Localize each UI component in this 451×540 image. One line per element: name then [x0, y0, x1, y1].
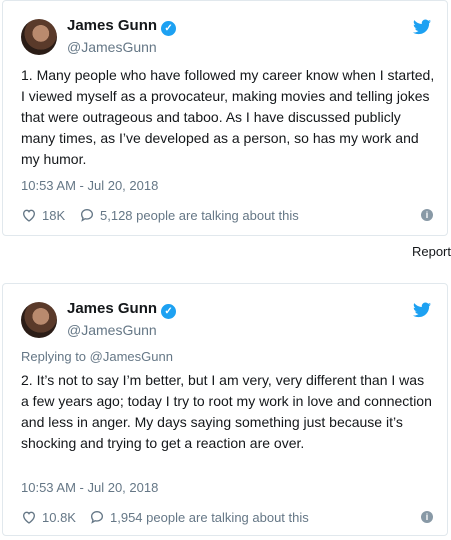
- like-button[interactable]: 10.8K: [21, 509, 76, 525]
- tweet-actions: 18K 5,128 people are talking about this …: [21, 207, 433, 227]
- tweet-actions: 10.8K 1,954 people are talking about thi…: [21, 509, 433, 529]
- talking-count: 5,128 people are talking about this: [100, 207, 299, 223]
- twitter-bird-icon[interactable]: [413, 19, 431, 35]
- like-count: 10.8K: [42, 509, 76, 525]
- avatar[interactable]: [21, 302, 57, 338]
- heart-icon: [22, 511, 36, 524]
- like-count: 18K: [42, 207, 66, 223]
- replying-to-label[interactable]: Replying to @JamesGunn: [21, 349, 173, 364]
- twitter-bird-icon[interactable]: [413, 302, 431, 318]
- heart-icon: [22, 209, 36, 222]
- info-icon[interactable]: i: [421, 511, 433, 523]
- info-icon[interactable]: i: [421, 209, 433, 221]
- author-name-row[interactable]: James Gunn ✓: [67, 17, 177, 36]
- avatar[interactable]: [21, 19, 57, 55]
- author-handle[interactable]: @JamesGunn: [67, 322, 157, 338]
- comment-bubble-icon: [90, 510, 104, 524]
- tweet-text: 1. Many people who have followed my care…: [21, 67, 435, 167]
- author-handle[interactable]: @JamesGunn: [67, 39, 157, 55]
- tweet-card[interactable]: James Gunn ✓ @JamesGunn 1. Many people wh…: [2, 0, 448, 236]
- tweet-card[interactable]: James Gunn ✓ @JamesGunn Replying to @Jame…: [2, 283, 448, 536]
- report-link[interactable]: Report: [412, 244, 451, 259]
- tweet-timestamp[interactable]: 10:53 AM - Jul 20, 2018: [21, 178, 158, 193]
- author-name[interactable]: James Gunn: [67, 300, 157, 317]
- verified-badge-icon: ✓: [161, 21, 177, 36]
- verified-badge-icon: ✓: [161, 304, 177, 319]
- author-name-row[interactable]: James Gunn ✓: [67, 300, 177, 319]
- like-button[interactable]: 18K: [21, 207, 65, 223]
- conversation-button[interactable]: 1,954 people are talking about this: [89, 509, 309, 525]
- comment-bubble-icon: [80, 208, 94, 222]
- author-name[interactable]: James Gunn: [67, 17, 157, 34]
- tweet-timestamp[interactable]: 10:53 AM - Jul 20, 2018: [21, 480, 158, 495]
- tweet-text: 2. It’s not to say I’m better, but I am …: [21, 372, 432, 451]
- conversation-button[interactable]: 5,128 people are talking about this: [79, 207, 299, 223]
- talking-count: 1,954 people are talking about this: [110, 509, 309, 525]
